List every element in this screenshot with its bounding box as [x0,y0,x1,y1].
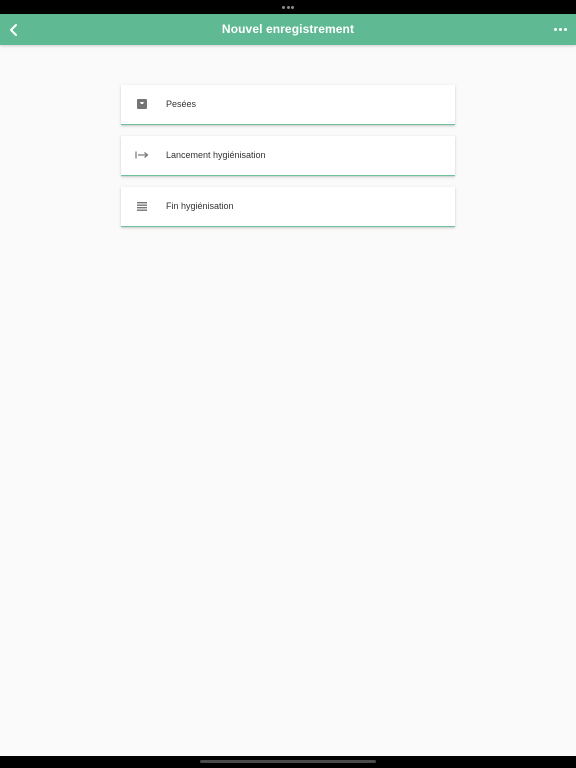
page-title: Nouvel enregistrement [221,22,355,36]
menu-item-label: Lancement hygiénisation [166,150,266,160]
menu-item-label: Fin hygiénisation [166,201,234,211]
scale-icon [135,97,149,111]
arrow-right-from-bar-icon [135,148,149,162]
multitask-indicator[interactable] [282,5,294,9]
menu-item-label: Pesées [166,99,197,109]
home-indicator[interactable] [200,760,376,763]
menu-item-fin-hygienisation[interactable]: Fin hygiénisation [121,187,455,227]
menu-item-lancement-hygienisation[interactable]: Lancement hygiénisation [121,136,455,176]
lines-icon [135,199,149,213]
more-options-button[interactable] [550,19,570,40]
status-bar [0,0,576,14]
app-bar: Nouvel enregistrement [0,14,576,45]
more-horizontal-icon [553,28,557,31]
home-bar [0,756,576,768]
menu-item-pesees[interactable]: Pesées [121,85,455,125]
record-type-list: Pesées Lancement hygiénisation Fin hygié… [121,85,455,238]
